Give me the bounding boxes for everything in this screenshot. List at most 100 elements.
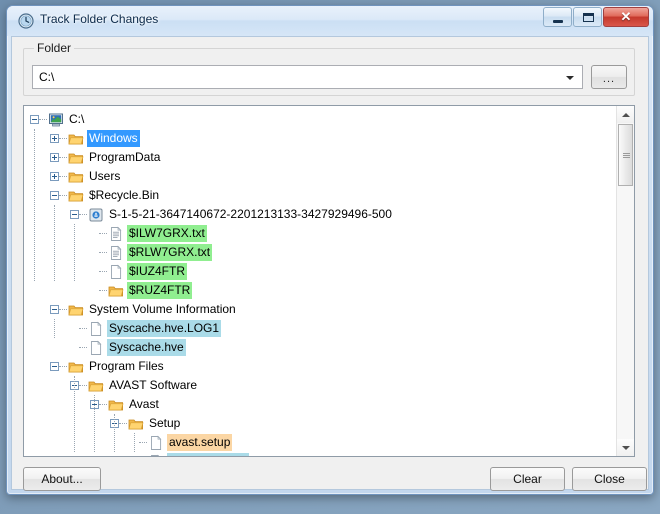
tree-node[interactable]: servers.def.lkg bbox=[24, 452, 616, 456]
tree-node[interactable]: $Recycle.Bin bbox=[24, 186, 616, 205]
tree-node[interactable]: Avast bbox=[24, 395, 616, 414]
tree-node-label: servers.def.lkg bbox=[167, 453, 250, 456]
folder-tree-view[interactable]: C:\ Windows ProgramData Users $Recycle.Bin S-… bbox=[23, 105, 635, 457]
tree-connector-line bbox=[59, 194, 67, 197]
collapse-node-icon[interactable] bbox=[30, 115, 39, 124]
tree-node-label: Windows bbox=[87, 130, 140, 147]
folder-icon bbox=[68, 150, 84, 166]
tree-connector-line bbox=[99, 403, 107, 406]
folder-group-label: Folder bbox=[34, 41, 75, 55]
tree-node-label: $RLW7GRX.txt bbox=[127, 244, 213, 261]
browse-button[interactable]: ... bbox=[591, 65, 627, 89]
scroll-thumb-grip-icon bbox=[623, 153, 630, 158]
tree-node[interactable]: Program Files bbox=[24, 357, 616, 376]
folder-combobox[interactable]: C:\ bbox=[32, 65, 583, 89]
tree-connector-line bbox=[59, 308, 67, 311]
tree-node-label: ProgramData bbox=[89, 150, 161, 164]
dialog-window: Track Folder Changes ✕ Folder C:\ ... C:… bbox=[6, 5, 654, 495]
tree-connector-line bbox=[79, 346, 87, 349]
tree-guide-line bbox=[54, 319, 55, 338]
tree-node-label: $RUZ4FTR bbox=[127, 282, 193, 299]
tree-vertical-scrollbar[interactable] bbox=[616, 106, 634, 456]
close-icon: ✕ bbox=[620, 9, 632, 24]
scroll-down-arrow-icon bbox=[621, 445, 630, 450]
recycle-bin-icon bbox=[88, 207, 104, 223]
tree-connector-line bbox=[79, 213, 87, 216]
collapse-node-icon[interactable] bbox=[50, 305, 59, 314]
minimize-icon bbox=[553, 20, 563, 23]
tree-node[interactable]: avast.setup bbox=[24, 433, 616, 452]
tree-node-label: AVAST Software bbox=[109, 378, 198, 392]
tree-node-label: Setup bbox=[149, 416, 181, 430]
tree-node[interactable]: $RUZ4FTR bbox=[24, 281, 616, 300]
maximize-icon bbox=[583, 13, 594, 22]
tree-guide-line bbox=[54, 205, 55, 281]
tree-node[interactable]: S-1-5-21-3647140672-2201213133-342792949… bbox=[24, 205, 616, 224]
blank-file-icon bbox=[88, 321, 104, 337]
tree-node-label: Users bbox=[89, 169, 121, 183]
tree-node-label: Avast bbox=[129, 397, 159, 411]
tree-guide-line bbox=[114, 414, 115, 452]
scroll-thumb[interactable] bbox=[618, 124, 633, 186]
drive-icon bbox=[48, 112, 64, 128]
expand-node-icon[interactable] bbox=[50, 153, 59, 162]
close-button[interactable]: ✕ bbox=[603, 7, 649, 27]
tree-connector-line bbox=[99, 289, 107, 292]
tree-node-label: S-1-5-21-3647140672-2201213133-342792949… bbox=[109, 207, 392, 221]
blank-file-icon bbox=[148, 454, 164, 456]
tree-node[interactable]: Setup bbox=[24, 414, 616, 433]
folder-icon bbox=[108, 397, 124, 413]
tree-node[interactable]: Windows bbox=[24, 129, 616, 148]
tree-connector-line bbox=[99, 270, 107, 273]
folder-icon bbox=[68, 188, 84, 204]
expand-node-icon[interactable] bbox=[50, 134, 59, 143]
about-button[interactable]: About... bbox=[23, 467, 101, 491]
clear-button[interactable]: Clear bbox=[490, 467, 565, 491]
folder-combobox-value: C:\ bbox=[39, 70, 55, 84]
text-file-icon bbox=[108, 226, 124, 242]
collapse-node-icon[interactable] bbox=[50, 191, 59, 200]
tree-connector-line bbox=[39, 118, 47, 121]
folder-icon bbox=[68, 131, 84, 147]
folder-icon bbox=[68, 169, 84, 185]
tree-node[interactable]: ProgramData bbox=[24, 148, 616, 167]
scroll-down-button[interactable] bbox=[617, 439, 634, 456]
tree-guide-line bbox=[134, 433, 135, 452]
title-bar[interactable]: Track Folder Changes ✕ bbox=[7, 6, 653, 36]
tree-node[interactable]: $IUZ4FTR bbox=[24, 262, 616, 281]
tree-node-label: $ILW7GRX.txt bbox=[127, 225, 207, 242]
tree-node[interactable]: C:\ bbox=[24, 110, 616, 129]
collapse-node-icon[interactable] bbox=[70, 210, 79, 219]
expand-node-icon[interactable] bbox=[50, 172, 59, 181]
tree-guide-line bbox=[94, 395, 95, 452]
tree-node[interactable]: Users bbox=[24, 167, 616, 186]
tree-connector-line bbox=[79, 384, 87, 387]
tree-connector-line bbox=[99, 251, 107, 254]
tree-node-label: Syscache.hve.LOG1 bbox=[107, 320, 222, 337]
close-dialog-button[interactable]: Close bbox=[572, 467, 647, 491]
chevron-down-icon[interactable] bbox=[566, 76, 574, 80]
folder-group-box: Folder C:\ ... bbox=[23, 41, 635, 96]
clock-icon bbox=[18, 13, 34, 29]
folder-icon bbox=[128, 416, 144, 432]
tree-node-list: C:\ Windows ProgramData Users $Recycle.Bin S-… bbox=[24, 106, 616, 456]
text-file-icon bbox=[108, 245, 124, 261]
tree-node-label: $IUZ4FTR bbox=[127, 263, 188, 280]
tree-node[interactable]: $RLW7GRX.txt bbox=[24, 243, 616, 262]
folder-icon bbox=[68, 359, 84, 375]
scroll-up-button[interactable] bbox=[617, 106, 634, 123]
tree-node[interactable]: Syscache.hve bbox=[24, 338, 616, 357]
collapse-node-icon[interactable] bbox=[50, 362, 59, 371]
maximize-button[interactable] bbox=[573, 7, 602, 27]
tree-guide-line bbox=[74, 376, 75, 452]
tree-node[interactable]: System Volume Information bbox=[24, 300, 616, 319]
tree-node[interactable]: Syscache.hve.LOG1 bbox=[24, 319, 616, 338]
tree-node[interactable]: AVAST Software bbox=[24, 376, 616, 395]
tree-connector-line bbox=[99, 232, 107, 235]
minimize-button[interactable] bbox=[543, 7, 572, 27]
blank-file-icon bbox=[148, 435, 164, 451]
tree-connector-line bbox=[59, 156, 67, 159]
tree-node[interactable]: $ILW7GRX.txt bbox=[24, 224, 616, 243]
tree-node-label: $Recycle.Bin bbox=[89, 188, 160, 202]
folder-icon bbox=[108, 283, 124, 299]
